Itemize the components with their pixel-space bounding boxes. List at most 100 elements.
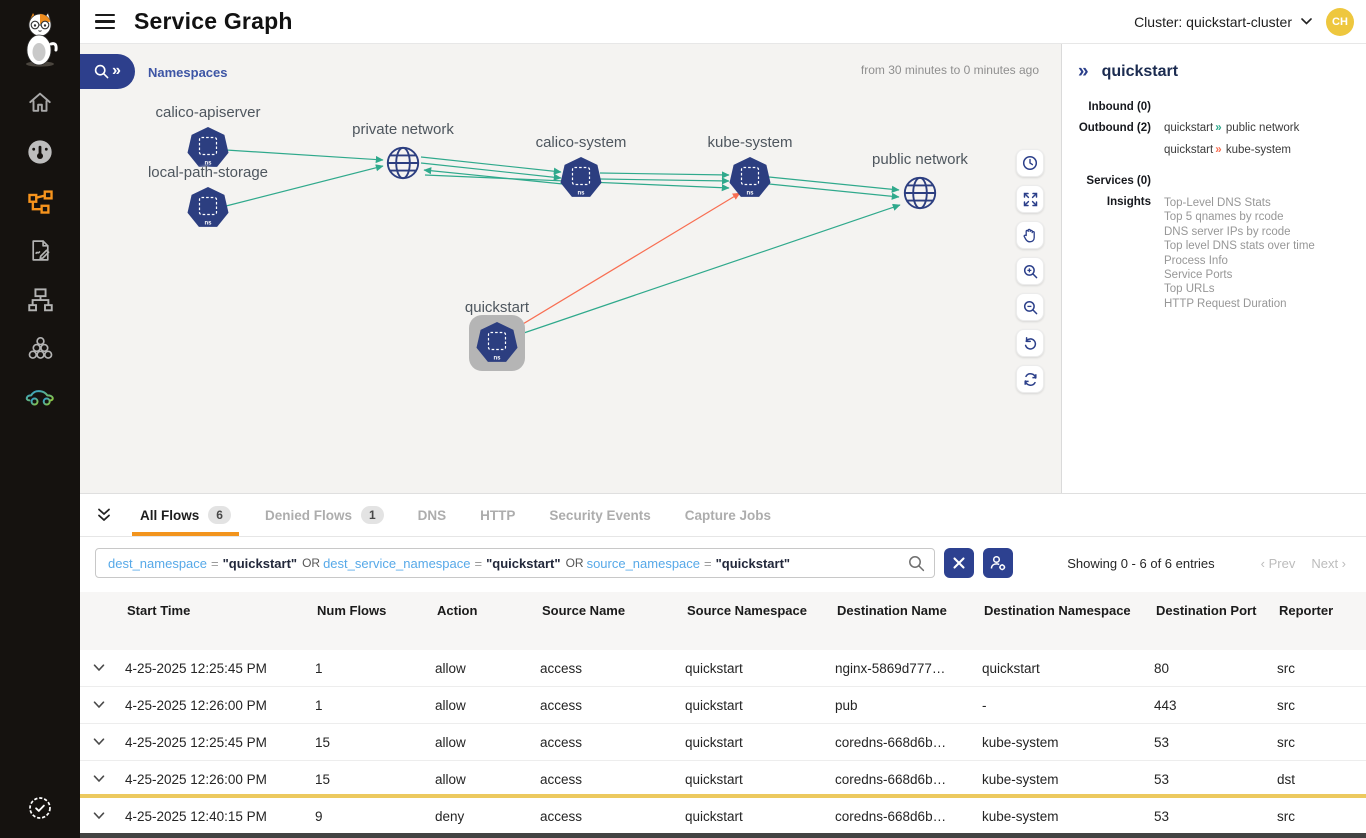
network-nav-icon[interactable] <box>20 285 60 313</box>
verified-badge-icon[interactable] <box>20 794 60 822</box>
table-row[interactable]: 4-25-2025 12:40:15 PM9denyaccessquicksta… <box>80 798 1366 835</box>
next-button[interactable]: Next › <box>1311 556 1346 571</box>
graph-node-label: kube-system <box>707 134 792 151</box>
allowed-chevron-icon: » <box>1215 122 1220 134</box>
cell-destination-port: 80 <box>1154 661 1277 676</box>
insight-item[interactable]: DNS server IPs by rcode <box>1164 225 1360 239</box>
table-row[interactable]: 4-25-2025 12:26:00 PM1allowaccessquickst… <box>80 687 1366 724</box>
service-graph-canvas[interactable]: nscalico-apiservernslocal-path-storagepr… <box>80 44 1061 493</box>
namespace-node-icon: ns <box>184 184 232 232</box>
filter-token-value: "quickstart" <box>716 556 790 571</box>
node-details-panel: » quickstart Inbound (0) Outbound (2) qu… <box>1061 44 1366 493</box>
dashboard-nav-icon[interactable] <box>20 138 60 166</box>
panel-collapse-icon[interactable]: » <box>1078 62 1089 81</box>
cell-destination-namespace: quickstart <box>982 661 1154 676</box>
search-icon[interactable] <box>908 555 925 572</box>
user-gear-icon <box>989 554 1007 572</box>
insight-item[interactable]: Process Info <box>1164 254 1360 268</box>
zoom-in-button[interactable] <box>1016 257 1044 285</box>
clusters-nav-icon[interactable] <box>20 334 60 362</box>
tab-denied-flows[interactable]: Denied Flows1 <box>248 494 401 536</box>
insights-list: Top-Level DNS StatsTop 5 qnames by rcode… <box>1164 196 1360 311</box>
insights-label: Insights <box>1062 196 1151 311</box>
graph-search-pill[interactable]: » <box>80 54 135 89</box>
cell-start-time: 4-25-2025 12:26:00 PM <box>125 698 315 713</box>
time-settings-button[interactable] <box>1016 149 1044 177</box>
service-graph-nav-icon[interactable] <box>20 187 60 215</box>
flows-table-header: Start TimeNum FlowsActionSource NameSour… <box>80 592 1366 650</box>
insight-item[interactable]: Top level DNS stats over time <box>1164 239 1360 253</box>
hamburger-menu-icon[interactable] <box>95 14 115 30</box>
tab-label: DNS <box>418 508 447 523</box>
graph-toolbar <box>1016 149 1044 393</box>
pan-button[interactable] <box>1016 221 1044 249</box>
cell-num-flows: 1 <box>315 698 435 713</box>
clear-filter-button[interactable] <box>944 548 974 578</box>
table-row[interactable]: 4-25-2025 12:25:45 PM1allowaccess quickst… <box>80 650 1366 687</box>
tab-all-flows[interactable]: All Flows6 <box>123 494 248 536</box>
compliance-reports-nav-icon[interactable] <box>20 236 60 264</box>
cell-destination-name: nginx-5869d777… <box>835 661 982 676</box>
cell-num-flows: 15 <box>315 772 435 787</box>
insight-item[interactable]: Top-Level DNS Stats <box>1164 196 1360 210</box>
prev-button[interactable]: ‹ Prev <box>1261 556 1296 571</box>
close-icon <box>953 557 965 569</box>
insight-item[interactable]: Top 5 qnames by rcode <box>1164 210 1360 224</box>
svg-text:ns: ns <box>204 221 212 227</box>
column-header-source-namespace: Source Namespace <box>685 603 835 619</box>
cell-source-name: access <box>540 661 685 676</box>
cell-num-flows: 1 <box>315 661 435 676</box>
flow-filter-input[interactable]: dest_namespace="quickstart"ORdest_servic… <box>95 548 935 578</box>
collapse-flows-icon[interactable] <box>95 507 113 523</box>
tab-label: All Flows <box>140 508 199 523</box>
svg-text:ns: ns <box>746 191 754 197</box>
row-expand-chevron[interactable] <box>80 812 125 820</box>
top-header: Service Graph Cluster: quickstart-cluste… <box>80 0 1366 44</box>
page-title: Service Graph <box>134 8 293 35</box>
cell-reporter: src <box>1277 735 1366 750</box>
refresh-button[interactable] <box>1016 365 1044 393</box>
cluster-selector[interactable]: Cluster: quickstart-cluster <box>1134 14 1312 30</box>
cell-action: allow <box>435 772 540 787</box>
manage-columns-button[interactable] <box>983 548 1013 578</box>
table-row[interactable]: 4-25-2025 12:25:45 PM15allowaccessquicks… <box>80 724 1366 761</box>
outbound-item[interactable]: quickstart» kube-system <box>1164 144 1360 156</box>
avatar[interactable]: CH <box>1326 8 1354 36</box>
cell-reporter: src <box>1277 809 1366 824</box>
outbound-label: Outbound (2) <box>1062 122 1151 166</box>
horizontal-scrollbar[interactable] <box>80 833 1366 838</box>
tab-capture-jobs[interactable]: Capture Jobs <box>668 494 788 536</box>
chevron-down-icon <box>1301 18 1312 25</box>
network-globe-icon <box>383 143 423 183</box>
tab-http[interactable]: HTTP <box>463 494 532 536</box>
cell-destination-namespace: kube-system <box>982 735 1154 750</box>
workloads-car-nav-icon[interactable] <box>20 383 60 411</box>
cell-action: allow <box>435 661 540 676</box>
cell-num-flows: 9 <box>315 809 435 824</box>
row-expand-chevron[interactable] <box>80 775 125 783</box>
tab-security-events[interactable]: Security Events <box>532 494 667 536</box>
expand-icon <box>1023 192 1038 207</box>
cell-reporter: dst <box>1277 772 1366 787</box>
row-expand-chevron[interactable] <box>80 664 125 672</box>
outbound-item[interactable]: quickstart» public network <box>1164 122 1360 134</box>
insight-item[interactable]: HTTP Request Duration <box>1164 297 1360 311</box>
tab-dns[interactable]: DNS <box>401 494 464 536</box>
denied-chevron-icon: » <box>1215 144 1220 156</box>
graph-node-label: private network <box>352 121 454 138</box>
filter-row: dest_namespace="quickstart"ORdest_servic… <box>80 537 1366 588</box>
graph-node-label: local-path-storage <box>148 164 268 181</box>
home-nav-icon[interactable] <box>20 89 60 117</box>
left-sidebar <box>0 0 80 838</box>
insight-item[interactable]: Top URLs <box>1164 282 1360 296</box>
cell-destination-port: 53 <box>1154 735 1277 750</box>
outbound-target: kube-system <box>1223 144 1291 156</box>
row-expand-chevron[interactable] <box>80 738 125 746</box>
undo-layout-button[interactable] <box>1016 329 1044 357</box>
fit-view-button[interactable] <box>1016 185 1044 213</box>
table-row[interactable]: 4-25-2025 12:26:00 PM15allowaccessquicks… <box>80 761 1366 798</box>
insight-item[interactable]: Service Ports <box>1164 268 1360 282</box>
row-expand-chevron[interactable] <box>80 701 125 709</box>
zoom-out-button[interactable] <box>1016 293 1044 321</box>
cell-start-time: 4-25-2025 12:25:45 PM <box>125 661 315 676</box>
